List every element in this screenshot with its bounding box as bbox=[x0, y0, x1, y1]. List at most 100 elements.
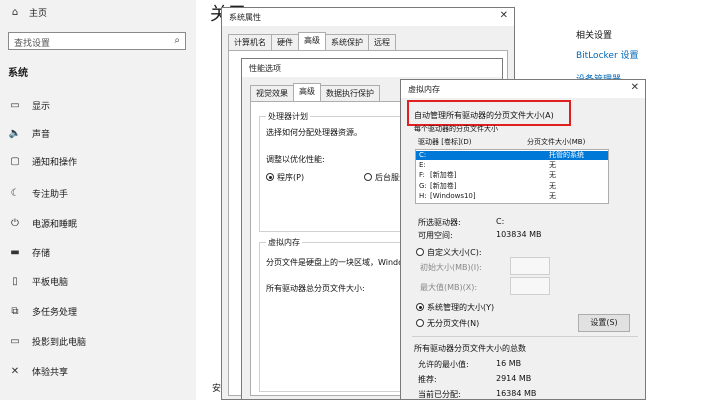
sidebar-item-label: 电源和睡眠 bbox=[32, 220, 78, 230]
settings-sidebar: ⌂ 主页 查找设置 ⌕ 系统 ▭ 显示 🔈 声音 ▢ 通知和操作 ☾ 专注助手 … bbox=[0, 0, 196, 400]
drive-size: 无 bbox=[549, 161, 556, 169]
system-properties-titlebar: 系统属性 ✕ bbox=[222, 8, 514, 26]
processor-desc: 选择如何分配处理器资源。 bbox=[266, 128, 362, 137]
sidebar-item-focus[interactable]: ☾ 专注助手 bbox=[0, 180, 196, 207]
sidebar-item-label: 投影到此电脑 bbox=[32, 338, 87, 348]
drive-row[interactable]: H: [Windows10] 无 bbox=[416, 192, 608, 201]
sidebar-item-multitasking[interactable]: ⧉ 多任务处理 bbox=[0, 298, 196, 325]
tab-dep[interactable]: 数据执行保护 bbox=[320, 85, 380, 101]
set-button[interactable]: 设置(S) bbox=[578, 314, 630, 332]
drive-row[interactable]: F: [新加卷] 无 bbox=[416, 171, 608, 180]
sidebar-item-label: 体验共享 bbox=[32, 368, 69, 378]
tab-system-protection[interactable]: 系统保护 bbox=[325, 34, 369, 50]
current-label: 当前已分配: bbox=[418, 390, 461, 399]
search-input[interactable]: 查找设置 ⌕ bbox=[8, 32, 186, 50]
tab-hardware[interactable]: 硬件 bbox=[271, 34, 299, 50]
initial-size-label: 初始大小(MB)(I): bbox=[420, 263, 482, 272]
multitasking-icon: ⧉ bbox=[11, 306, 19, 317]
custom-size-radio[interactable] bbox=[416, 248, 424, 256]
tab-advanced[interactable]: 高级 bbox=[298, 32, 326, 50]
nav-home-label: 主页 bbox=[29, 9, 48, 19]
program-radio[interactable] bbox=[266, 173, 274, 181]
sidebar-item-label: 专注助手 bbox=[32, 190, 69, 200]
notification-icon: ▢ bbox=[10, 156, 20, 167]
no-paging-option[interactable]: 无分页文件(N) bbox=[416, 318, 479, 329]
tablet-icon: ▯ bbox=[12, 276, 18, 287]
no-paging-label: 无分页文件(N) bbox=[427, 319, 480, 328]
drive-size: 托管的系统 bbox=[549, 151, 584, 159]
dialog-title: 虚拟内存 bbox=[408, 84, 440, 94]
system-properties-tabs: 计算机名 硬件 高级 系统保护 远程 bbox=[228, 32, 396, 50]
drive-column-header: 驱动器 [卷标](D) bbox=[418, 138, 472, 146]
size-column-header: 分页文件大小(MB) bbox=[527, 138, 586, 146]
sidebar-item-notifications[interactable]: ▢ 通知和操作 bbox=[0, 148, 196, 175]
search-placeholder: 查找设置 bbox=[14, 39, 51, 49]
program-option-label: 程序(P) bbox=[277, 173, 305, 182]
drive-row[interactable]: G: [新加卷] 无 bbox=[416, 182, 608, 191]
each-drive-label: 每个驱动器的分页文件大小 bbox=[414, 125, 498, 133]
bitlocker-link[interactable]: BitLocker 设置 bbox=[576, 48, 639, 61]
system-managed-label: 系统管理的大小(Y) bbox=[427, 303, 495, 312]
dialog-title: 系统属性 bbox=[229, 12, 261, 22]
section-title: 系统 bbox=[8, 68, 28, 79]
tab-remote[interactable]: 远程 bbox=[368, 34, 396, 50]
sidebar-item-power[interactable]: ⏻ 电源和睡眠 bbox=[0, 210, 196, 237]
sidebar-item-label: 通知和操作 bbox=[32, 158, 78, 168]
tab-perf-advanced[interactable]: 高级 bbox=[293, 83, 321, 101]
home-icon: ⌂ bbox=[11, 7, 19, 18]
sidebar-item-label: 声音 bbox=[32, 130, 51, 140]
sidebar-item-storage[interactable]: ▬ 存储 bbox=[0, 239, 196, 266]
related-settings-title: 相关设置 bbox=[576, 31, 613, 41]
min-label: 允许的最小值: bbox=[418, 360, 469, 369]
close-icon[interactable]: ✕ bbox=[500, 10, 508, 21]
shared-experience-icon: ✕ bbox=[10, 366, 20, 377]
sidebar-item-label: 显示 bbox=[32, 102, 51, 112]
initial-size-input[interactable] bbox=[510, 257, 550, 275]
tab-computer-name[interactable]: 计算机名 bbox=[228, 34, 272, 50]
drive-label: [Windows10] bbox=[430, 192, 476, 200]
system-managed-radio[interactable] bbox=[416, 303, 424, 311]
program-option[interactable]: 程序(P) bbox=[266, 172, 304, 183]
processor-group-label: 处理器计划 bbox=[266, 111, 310, 122]
drive-list[interactable]: C: 托管的系统 E: 无 F: [新加卷] 无 G: [新加卷] 无 H: [… bbox=[415, 149, 609, 204]
drive-label: [新加卷] bbox=[430, 171, 457, 179]
custom-size-option[interactable]: 自定义大小(C): bbox=[416, 247, 482, 258]
min-value: 16 MB bbox=[496, 359, 522, 368]
recommended-label: 推荐: bbox=[418, 375, 437, 384]
sidebar-item-sound[interactable]: 🔈 声音 bbox=[0, 120, 196, 147]
drive-row[interactable]: C: 托管的系统 bbox=[416, 151, 608, 160]
vm-desc: 分页文件是硬盘上的一块区域，Windows bbox=[266, 258, 414, 267]
virtual-memory-titlebar: 虚拟内存 ✕ bbox=[401, 80, 645, 98]
no-paging-radio[interactable] bbox=[416, 319, 424, 327]
max-size-input[interactable] bbox=[510, 277, 550, 295]
close-icon[interactable]: ✕ bbox=[631, 82, 639, 93]
drive-label: [新加卷] bbox=[430, 182, 457, 190]
system-managed-option[interactable]: 系统管理的大小(Y) bbox=[416, 302, 494, 313]
power-icon: ⏻ bbox=[11, 218, 19, 229]
sidebar-item-shared[interactable]: ✕ 体验共享 bbox=[0, 358, 196, 385]
sidebar-item-display[interactable]: ▭ 显示 bbox=[0, 92, 196, 119]
recommended-value: 2914 MB bbox=[496, 374, 532, 383]
tab-visual-effects[interactable]: 视觉效果 bbox=[250, 85, 294, 101]
available-space-value: 103834 MB bbox=[496, 230, 542, 239]
adjust-label: 调整以优化性能: bbox=[266, 155, 325, 164]
drive-size: 无 bbox=[549, 171, 556, 179]
project-icon: ▭ bbox=[10, 336, 20, 347]
performance-tabs: 视觉效果 高级 数据执行保护 bbox=[250, 83, 380, 101]
sidebar-item-label: 平板电脑 bbox=[32, 278, 69, 288]
available-space-label: 可用空间: bbox=[418, 231, 453, 240]
search-icon: ⌕ bbox=[174, 35, 180, 46]
drive-letter: F: bbox=[419, 171, 425, 179]
drive-letter: C: bbox=[419, 151, 427, 159]
vm-total: 所有驱动器总分页文件大小: bbox=[266, 284, 365, 293]
custom-size-label: 自定义大小(C): bbox=[427, 248, 482, 257]
background-radio[interactable] bbox=[364, 173, 372, 181]
storage-icon: ▬ bbox=[10, 247, 20, 258]
sidebar-item-tablet[interactable]: ▯ 平板电脑 bbox=[0, 268, 196, 295]
drive-row[interactable]: E: 无 bbox=[416, 161, 608, 170]
sidebar-item-project[interactable]: ▭ 投影到此电脑 bbox=[0, 328, 196, 355]
drive-letter: H: bbox=[419, 192, 427, 200]
nav-home[interactable]: ⌂ 主页 bbox=[8, 6, 47, 19]
selected-drive-value: C: bbox=[496, 217, 505, 226]
current-value: 16384 MB bbox=[496, 389, 537, 398]
